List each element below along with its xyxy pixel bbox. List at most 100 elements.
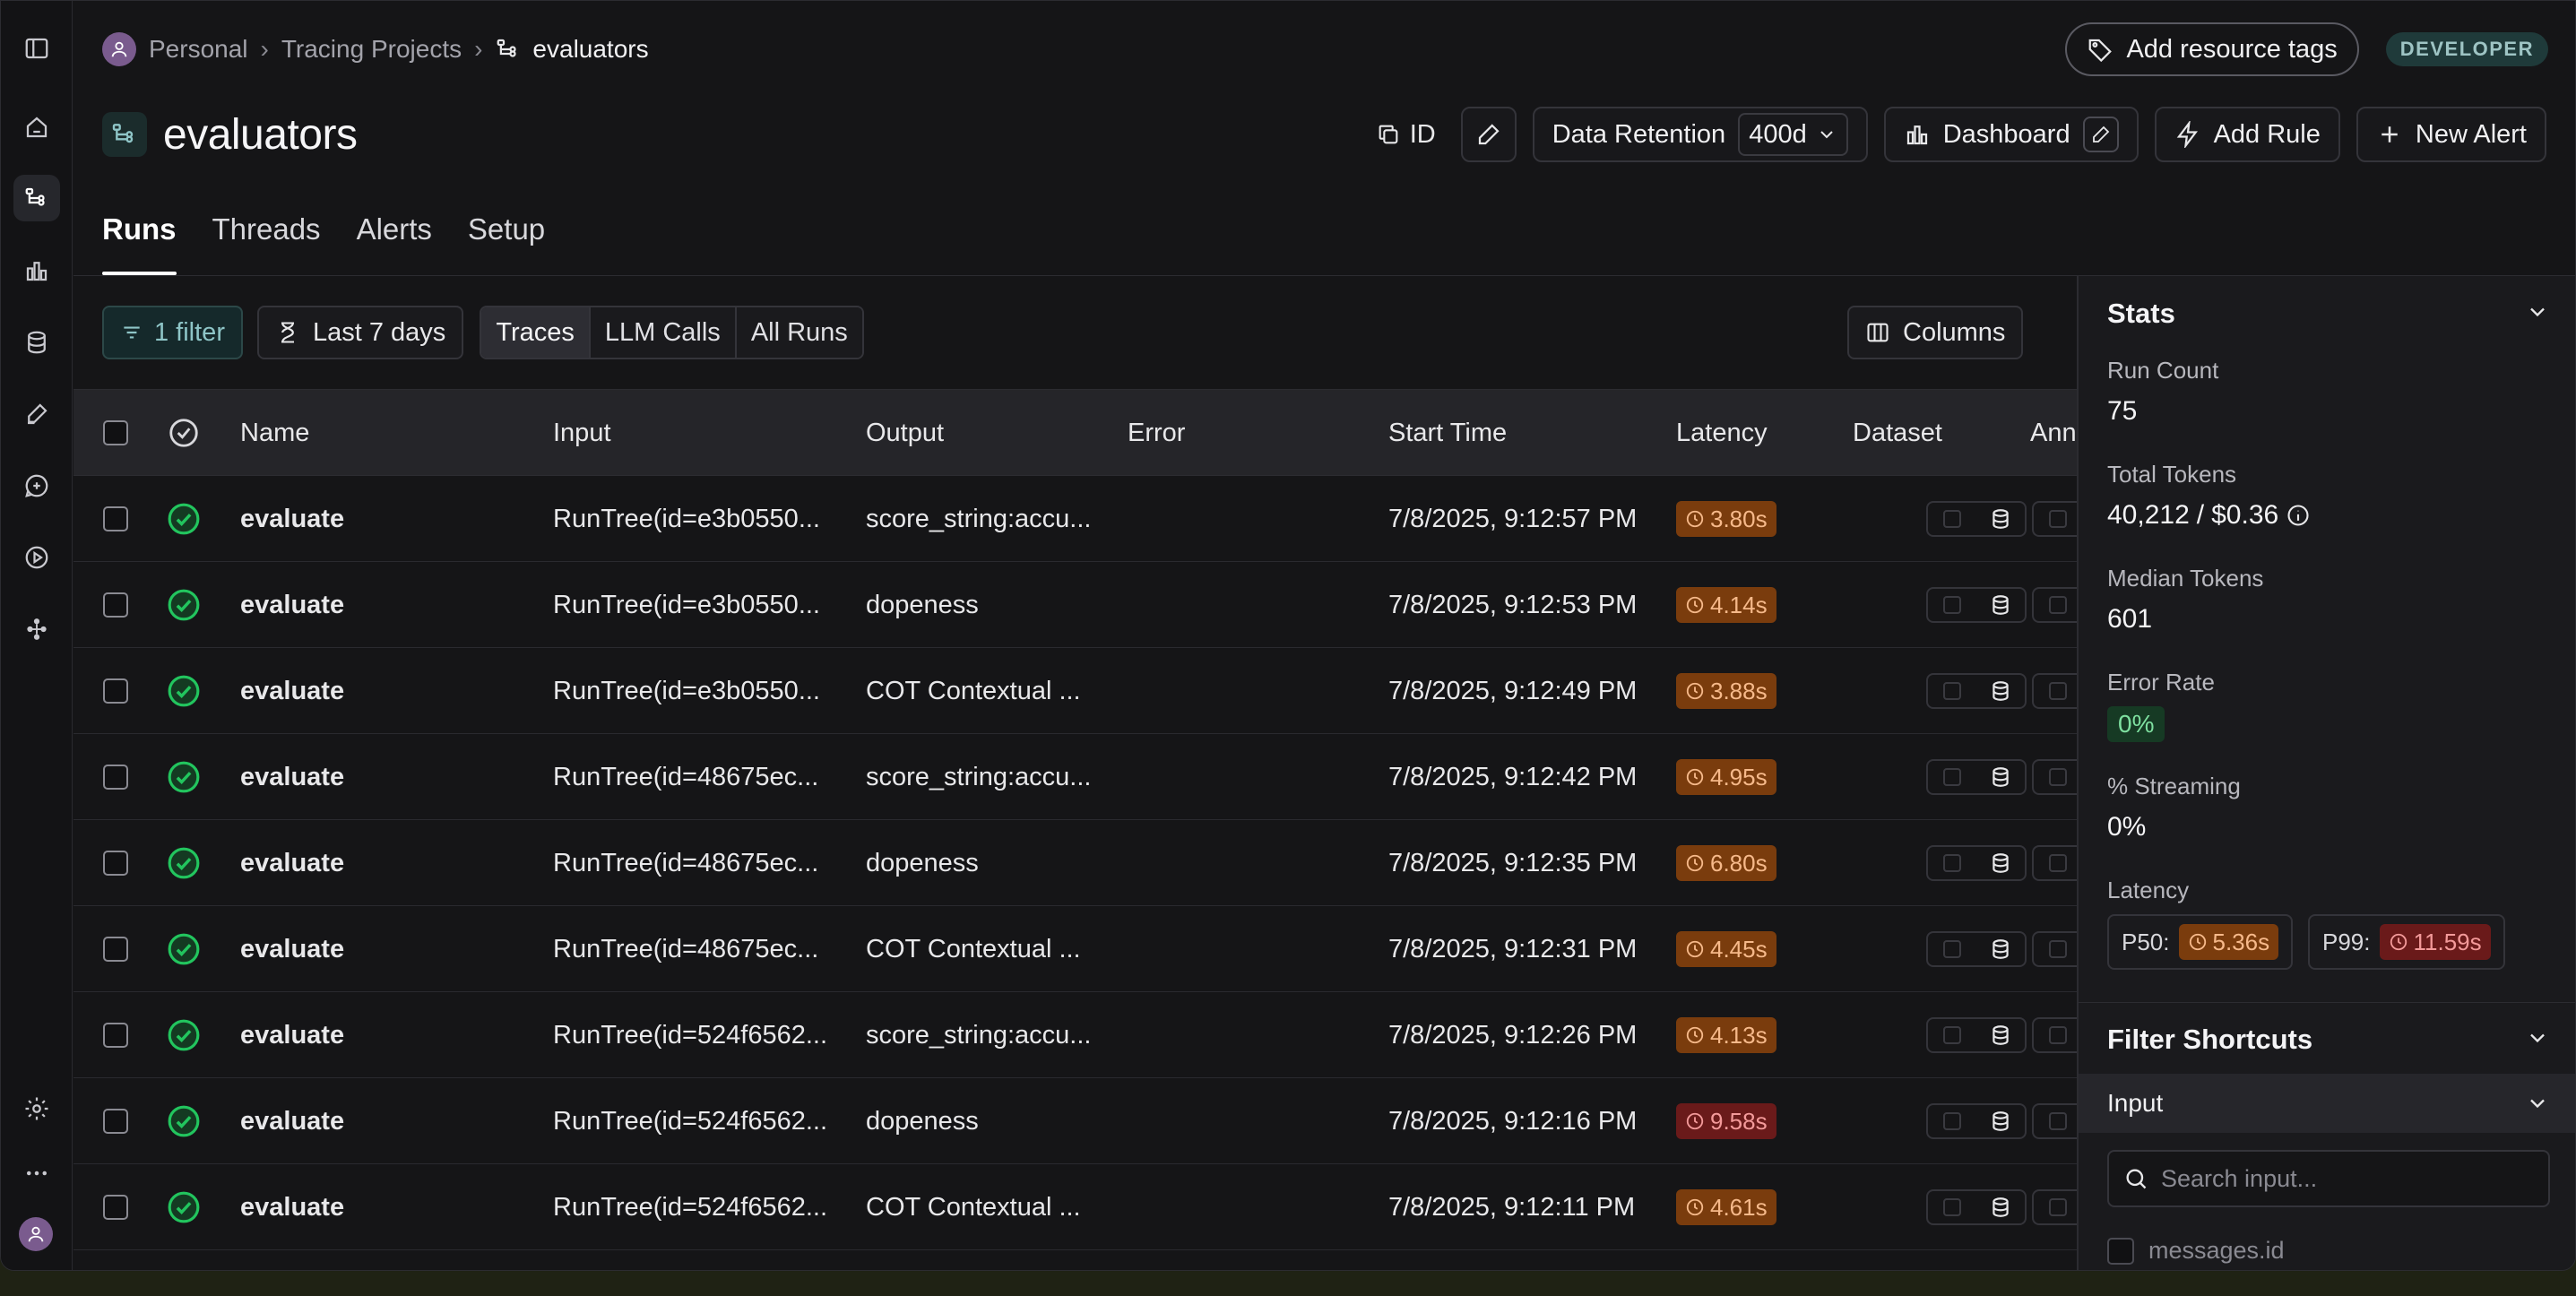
run-start-time: 7/8/2025, 9:12:31 PM [1388,934,1638,963]
annotation-toggle[interactable] [2032,501,2082,537]
filter-option-label: messages.id [2148,1237,2285,1264]
add-to-dataset-toggle[interactable] [1926,673,2027,709]
table-row[interactable]: evaluate RunTree(id=48675ec... score_strin… [73,734,2082,820]
new-alert-button[interactable]: New Alert [2356,107,2546,162]
filter-search-input[interactable]: Search input... [2107,1150,2550,1207]
view-traces-tab[interactable]: Traces [481,307,591,358]
column-header-dataset[interactable]: Dataset [1853,419,1942,448]
filter-option-checkbox[interactable] [2107,1237,2134,1265]
add-to-dataset-toggle[interactable] [1926,1103,2027,1139]
run-type-segmented-control: Traces LLM Calls All Runs [480,306,864,359]
row-checkbox[interactable] [103,937,128,962]
run-input: RunTree(id=48675ec... [553,848,819,877]
row-checkbox[interactable] [103,765,128,790]
tracing-projects-icon[interactable] [13,175,60,221]
column-header-output[interactable]: Output [866,419,944,448]
edit-dashboard-icon[interactable] [2082,117,2119,152]
run-name[interactable]: evaluate [240,1078,344,1164]
datasets-icon[interactable] [13,319,60,366]
add-to-dataset-toggle[interactable] [1926,845,2027,881]
annotation-toggle[interactable] [2032,845,2082,881]
view-all-runs-tab[interactable]: All Runs [736,307,862,358]
dashboard-button[interactable]: Dashboard [1883,107,2139,162]
annotation-toggle[interactable] [2032,1189,2082,1225]
breadcrumb-personal[interactable]: Personal [149,35,248,64]
row-checkbox[interactable] [103,1023,128,1048]
annotation-toggle[interactable] [2032,931,2082,967]
prompts-icon[interactable] [13,462,60,509]
row-checkbox[interactable] [103,851,128,876]
add-resource-tags-button[interactable]: Add resource tags [2065,22,2359,76]
run-name[interactable]: evaluate [240,562,344,648]
row-checkbox[interactable] [103,1195,128,1220]
time-range-button[interactable]: Last 7 days [256,306,464,359]
annotation-toggle[interactable] [2032,673,2082,709]
column-header-start-time[interactable]: Start Time [1388,419,1507,448]
home-icon[interactable] [13,104,60,151]
annotation-toggle[interactable] [2032,759,2082,795]
filter-option[interactable]: messages.id [2107,1237,2285,1265]
run-count-value: 75 [2107,396,2138,426]
add-to-dataset-toggle[interactable] [1926,759,2027,795]
table-row[interactable]: evaluate RunTree(id=48675ec... dopeness 7/8… [73,820,2082,906]
run-name[interactable]: evaluate [240,734,344,820]
row-checkbox[interactable] [103,592,128,618]
row-checkbox[interactable] [103,1109,128,1134]
table-row[interactable]: evaluate RunTree(id=e3b0550... COT Context… [73,648,2082,734]
run-name[interactable]: evaluate [240,648,344,734]
copy-id-button[interactable]: ID [1367,120,1445,150]
deployments-icon[interactable] [13,606,60,652]
run-name[interactable]: evaluate [240,476,344,562]
user-avatar[interactable] [19,1217,53,1251]
annotation-toggle[interactable] [2032,587,2082,623]
settings-icon[interactable] [13,1085,60,1132]
add-rule-button[interactable]: Add Rule [2154,107,2340,162]
tab-threads[interactable]: Threads [212,212,321,275]
filter-section-input[interactable]: Input [2079,1074,2575,1133]
breadcrumb-tracing-projects[interactable]: Tracing Projects [281,35,462,64]
run-name[interactable]: evaluate [240,906,344,992]
annotation-toggle[interactable] [2032,1103,2082,1139]
select-all-checkbox[interactable] [103,420,128,445]
info-icon[interactable] [2286,503,2311,528]
add-to-dataset-toggle[interactable] [1926,1017,2027,1053]
table-row[interactable]: evaluate RunTree(id=e3b0550... score_strin… [73,476,2082,562]
annotation-toggle[interactable] [2032,1017,2082,1053]
run-input: RunTree(id=524f6562... [553,1106,828,1136]
collapse-stats-chevron-icon[interactable] [2525,299,2550,324]
table-row[interactable]: evaluate RunTree(id=524f6562... dopeness 7/… [73,1078,2082,1164]
collapse-filter-shortcuts-chevron-icon[interactable] [2525,1025,2550,1050]
column-header-error[interactable]: Error [1128,419,1185,448]
row-checkbox[interactable] [103,678,128,704]
add-to-dataset-toggle[interactable] [1926,501,2027,537]
column-header-name[interactable]: Name [240,419,309,448]
table-row[interactable]: evaluate RunTree(id=524f6562... score_stri… [73,992,2082,1078]
edit-project-button[interactable] [1460,107,1517,162]
add-to-dataset-toggle[interactable] [1926,1189,2027,1225]
table-row[interactable]: evaluate RunTree(id=e3b0550... dopeness 7/8… [73,562,2082,648]
columns-button[interactable]: Columns [1847,306,2024,359]
column-header-input[interactable]: Input [553,419,611,448]
playground-icon[interactable] [13,534,60,581]
annotation-icon[interactable] [13,391,60,437]
filter-button[interactable]: 1 filter [102,306,243,359]
row-checkbox[interactable] [103,506,128,531]
table-row[interactable]: evaluate RunTree(id=48675ec... COT Context… [73,906,2082,992]
add-to-dataset-toggle[interactable] [1926,931,2027,967]
tab-setup[interactable]: Setup [468,212,545,275]
table-row[interactable]: evaluate RunTree(id=524f6562... COT Contex… [73,1164,2082,1250]
column-header-annotation[interactable]: Ann [2030,419,2077,448]
run-name[interactable]: evaluate [240,820,344,906]
tab-runs[interactable]: Runs [102,212,177,275]
data-retention-select[interactable]: 400d [1738,113,1848,156]
more-icon[interactable] [13,1150,60,1197]
run-name[interactable]: evaluate [240,1164,344,1250]
view-llm-calls-tab[interactable]: LLM Calls [590,307,737,358]
latency-badge: 4.61s [1676,1189,1776,1225]
tab-alerts[interactable]: Alerts [357,212,432,275]
run-name[interactable]: evaluate [240,992,344,1078]
toggle-sidebar-icon[interactable] [13,25,60,72]
add-to-dataset-toggle[interactable] [1926,587,2027,623]
column-header-latency[interactable]: Latency [1676,419,1768,448]
monitoring-icon[interactable] [13,247,60,294]
